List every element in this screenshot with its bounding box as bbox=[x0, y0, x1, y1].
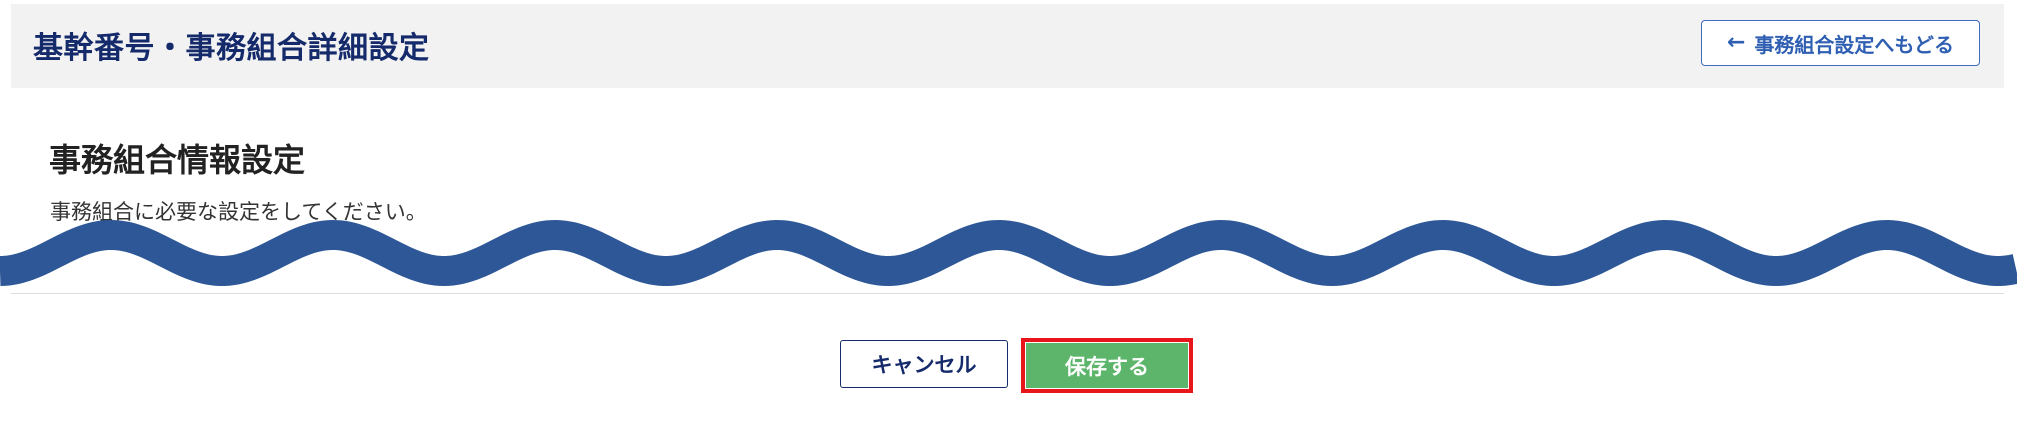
truncation-wave bbox=[0, 220, 2017, 287]
section-title: 事務組合情報設定 bbox=[49, 141, 306, 179]
arrow-left-icon: ← bbox=[1726, 30, 1746, 55]
page-title: 基幹番号・事務組合詳細設定 bbox=[33, 31, 430, 66]
save-button[interactable]: 保存する bbox=[1026, 343, 1188, 388]
wave-line bbox=[0, 220, 2017, 287]
back-button-label: 事務組合設定へもどる bbox=[1754, 32, 1955, 57]
page-header: 基幹番号・事務組合詳細設定 ← 事務組合設定へもどる bbox=[11, 4, 2004, 88]
back-to-union-settings-button[interactable]: ← 事務組合設定へもどる bbox=[1701, 20, 1980, 66]
page: 基幹番号・事務組合詳細設定 ← 事務組合設定へもどる 事務組合情報設定 事務組合… bbox=[0, 0, 2017, 434]
cancel-button[interactable]: キャンセル bbox=[840, 340, 1008, 388]
